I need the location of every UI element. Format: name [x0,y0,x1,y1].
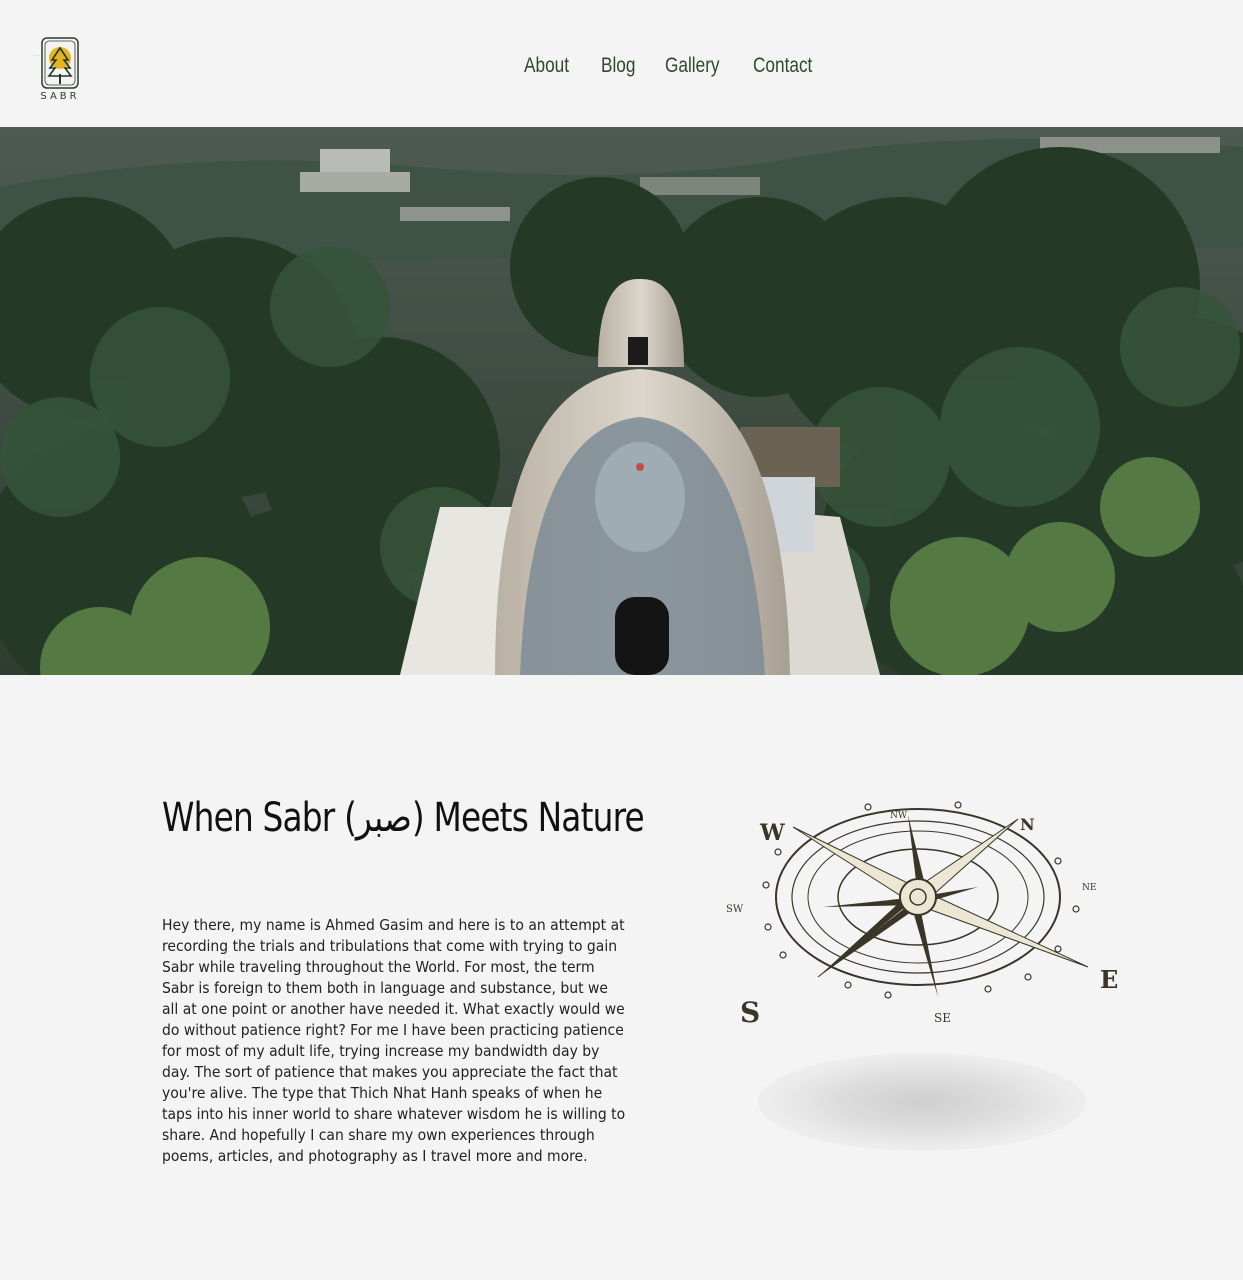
compass-label-sw: SW [726,904,744,915]
main-nav: About Blog Gallery Contact [524,54,826,78]
nav-about[interactable]: About [524,54,569,78]
hero-image [0,127,1243,675]
svg-text:. . .: . . . [34,52,40,57]
sabr-logo[interactable]: . . . SABR [30,36,90,108]
compass-label-e: E [1100,965,1118,994]
logo-wordmark: SABR [40,91,80,102]
nav-blog[interactable]: Blog [601,54,635,78]
compass-shadow [758,1053,1086,1151]
compass-illustration: W N S E NW NE SW SE [720,800,1130,1040]
site-header: . . . SABR About Blog Gallery Contact [0,0,1243,127]
forest-dome-photo [0,127,1243,675]
compass-label-nw: NW [890,811,908,821]
intro-paragraph: Hey there, my name is Ahmed Gasim and he… [162,916,626,1165]
compass-label-s: S [740,996,760,1029]
compass-label-se: SE [934,1011,951,1025]
page-title: When Sabr (صبر) Meets Nature [162,795,645,841]
compass-rose-icon: W N S E NW NE SW SE [726,801,1118,1029]
compass-label-w: W [759,820,785,846]
compass-label-n: N [1020,815,1035,834]
nav-contact[interactable]: Contact [753,54,812,78]
compass-label-ne: NE [1082,883,1096,893]
tree-sun-logo-icon: . . . [34,37,79,89]
nav-gallery[interactable]: Gallery [665,54,720,78]
